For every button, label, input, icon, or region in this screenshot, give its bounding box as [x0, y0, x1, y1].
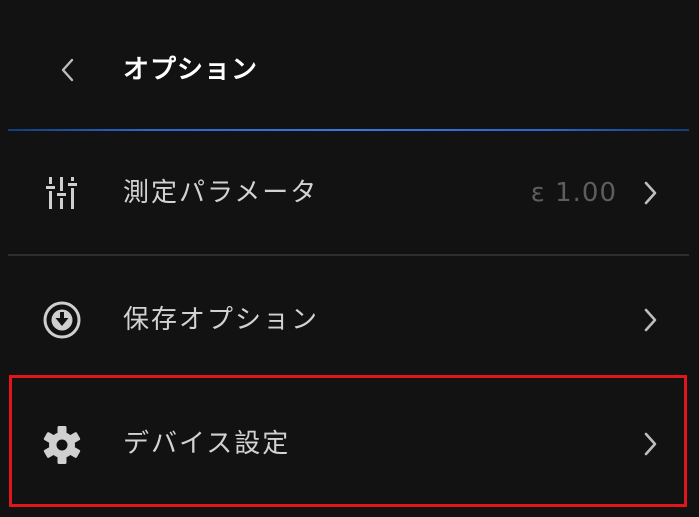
chevron-right-icon: [640, 300, 662, 340]
menu-item-label: 保存オプション: [123, 305, 320, 335]
chevron-right-icon: [640, 424, 662, 464]
header: オプション: [0, 0, 699, 131]
gear-icon: [40, 423, 84, 467]
menu-item-label: 測定パラメータ: [123, 178, 319, 208]
chevron-left-icon: [61, 58, 74, 82]
back-button[interactable]: [50, 52, 86, 88]
header-divider: [8, 129, 689, 131]
menu-item-measurement-parameters[interactable]: 測定パラメータ ε 1.00: [0, 132, 699, 254]
chevron-right-icon: [640, 173, 662, 213]
download-circle-icon: [40, 298, 84, 342]
page-title: オプション: [123, 55, 259, 85]
menu-item-save-options[interactable]: 保存オプション: [0, 258, 699, 380]
row-divider: [8, 254, 689, 256]
menu-item-device-settings[interactable]: デバイス設定: [0, 380, 699, 502]
emissivity-value: ε 1.00: [530, 178, 617, 208]
menu-item-label: デバイス設定: [123, 429, 291, 459]
sliders-icon: [40, 171, 84, 215]
